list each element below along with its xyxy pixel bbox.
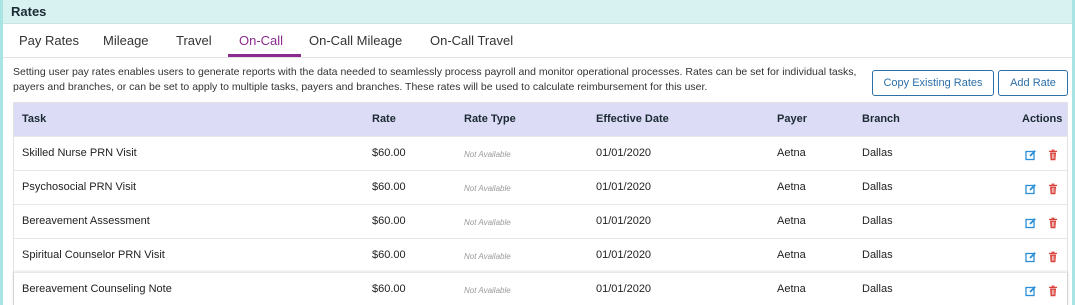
branch-cell: Dallas xyxy=(862,147,893,159)
payer-cell: Aetna xyxy=(777,249,806,261)
rate-type-cell: Not Available xyxy=(464,218,511,227)
rate-cell: $60.00 xyxy=(372,249,406,261)
column-header-actions: Actions xyxy=(1022,113,1063,125)
column-header-effective-date: Effective Date xyxy=(596,113,669,125)
rate-cell: $60.00 xyxy=(372,181,406,193)
tab-mileage[interactable]: Mileage xyxy=(103,33,149,48)
effective-date-cell: 01/01/2020 xyxy=(596,147,652,159)
column-header-rate-type: Rate Type xyxy=(464,113,516,125)
table-row: Skilled Nurse PRN Visit $60.00 Not Avail… xyxy=(14,136,1067,170)
trash-icon[interactable] xyxy=(1047,284,1059,297)
task-cell: Skilled Nurse PRN Visit xyxy=(22,147,137,159)
active-tab-indicator xyxy=(228,54,301,57)
rate-type-cell: Not Available xyxy=(464,184,511,193)
effective-date-cell: 01/01/2020 xyxy=(596,181,652,193)
payer-cell: Aetna xyxy=(777,181,806,193)
rates-description: Setting user pay rates enables users to … xyxy=(13,66,857,93)
tab-on-call-travel[interactable]: On-Call Travel xyxy=(430,33,513,48)
column-header-task: Task xyxy=(22,113,47,125)
effective-date-cell: 01/01/2020 xyxy=(596,215,652,227)
rate-cell: $60.00 xyxy=(372,283,406,295)
column-header-rate: Rate xyxy=(372,113,396,125)
payer-cell: Aetna xyxy=(777,215,806,227)
add-rate-button[interactable]: Add Rate xyxy=(998,70,1068,96)
branch-cell: Dallas xyxy=(862,215,893,227)
rate-type-cell: Not Available xyxy=(464,150,511,159)
table-header: Task Rate Rate Type Effective Date Payer… xyxy=(14,103,1067,136)
trash-icon[interactable] xyxy=(1047,148,1059,161)
tab-pay-rates[interactable]: Pay Rates xyxy=(19,33,79,48)
branch-cell: Dallas xyxy=(862,283,893,295)
branch-cell: Dallas xyxy=(862,249,893,261)
table-row: Bereavement Assessment $60.00 Not Availa… xyxy=(14,204,1067,238)
table-row: Spiritual Counselor PRN Visit $60.00 Not… xyxy=(14,238,1067,272)
edit-icon[interactable] xyxy=(1025,284,1037,297)
column-header-payer: Payer xyxy=(777,113,807,125)
branch-cell: Dallas xyxy=(862,181,893,193)
edit-icon[interactable] xyxy=(1025,148,1037,161)
tab-on-call-mileage[interactable]: On-Call Mileage xyxy=(309,33,402,48)
task-cell: Spiritual Counselor PRN Visit xyxy=(22,249,165,261)
trash-icon[interactable] xyxy=(1047,250,1059,263)
effective-date-cell: 01/01/2020 xyxy=(596,249,652,261)
column-header-branch: Branch xyxy=(862,113,900,125)
effective-date-cell: 01/01/2020 xyxy=(596,283,652,295)
trash-icon[interactable] xyxy=(1047,216,1059,229)
payer-cell: Aetna xyxy=(777,147,806,159)
rates-panel: Rates Pay Rates Mileage Travel On-Call O… xyxy=(0,0,1075,305)
tab-on-call[interactable]: On-Call xyxy=(239,33,283,48)
rate-type-cell: Not Available xyxy=(464,252,511,261)
edit-icon[interactable] xyxy=(1025,250,1037,263)
task-cell: Bereavement Assessment xyxy=(22,215,150,227)
edit-icon[interactable] xyxy=(1025,182,1037,195)
table-row: Bereavement Counseling Note $60.00 Not A… xyxy=(14,272,1067,305)
tab-bar: Pay Rates Mileage Travel On-Call On-Call… xyxy=(3,26,1072,58)
rate-cell: $60.00 xyxy=(372,215,406,227)
copy-existing-rates-button[interactable]: Copy Existing Rates xyxy=(872,70,994,96)
tab-travel[interactable]: Travel xyxy=(176,33,212,48)
task-cell: Bereavement Counseling Note xyxy=(22,283,172,295)
edit-icon[interactable] xyxy=(1025,216,1037,229)
panel-title: Rates xyxy=(11,4,47,19)
trash-icon[interactable] xyxy=(1047,182,1059,195)
panel-header: Rates xyxy=(3,0,1072,24)
payer-cell: Aetna xyxy=(777,283,806,295)
rates-table: Task Rate Rate Type Effective Date Payer… xyxy=(13,102,1068,305)
table-row: Psychosocial PRN Visit $60.00 Not Availa… xyxy=(14,170,1067,204)
rate-type-cell: Not Available xyxy=(464,286,511,295)
task-cell: Psychosocial PRN Visit xyxy=(22,181,137,193)
rate-cell: $60.00 xyxy=(372,147,406,159)
